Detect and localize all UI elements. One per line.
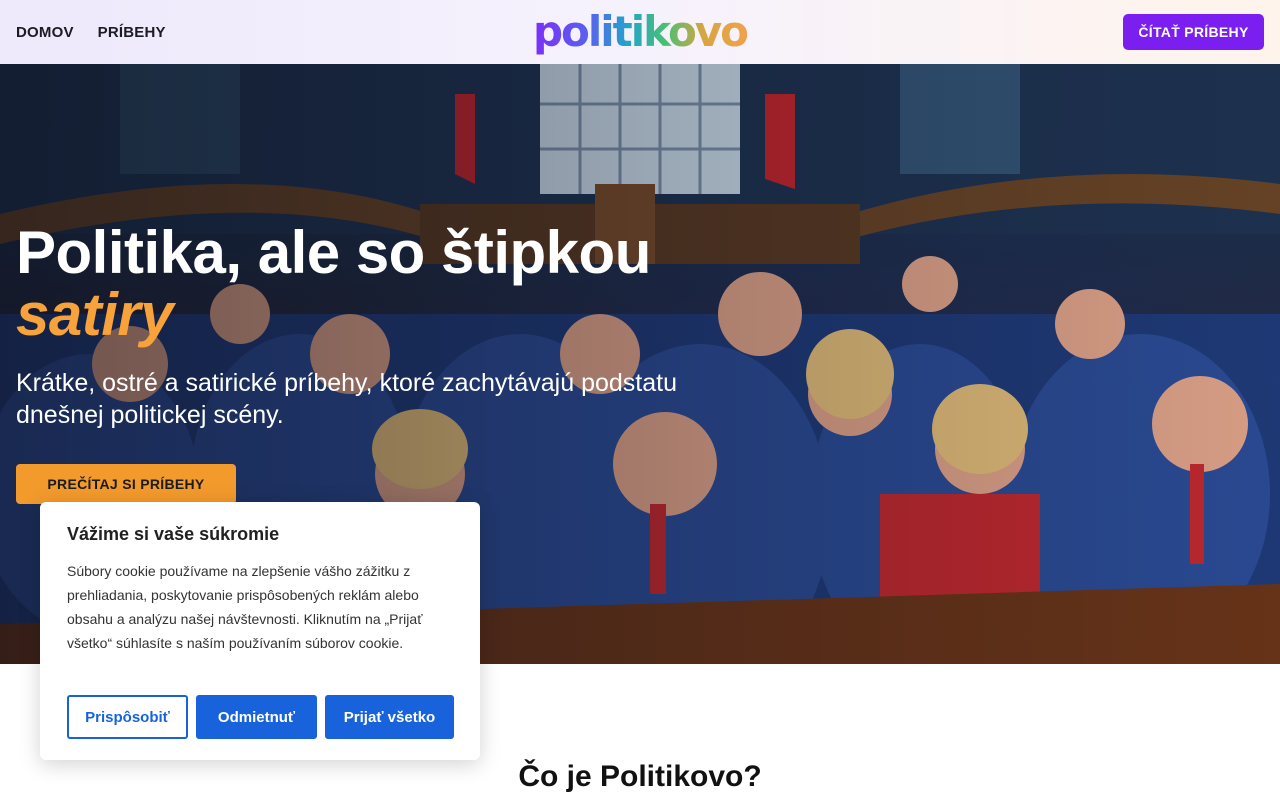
main-nav: DOMOV PRÍBEHY <box>16 24 166 41</box>
cookie-description: Súbory cookie používame na zlepšenie váš… <box>67 563 423 651</box>
cookie-accept-all-button[interactable]: Prijať všetko <box>325 695 454 739</box>
read-stories-header-button[interactable]: ČÍTAŤ PRÍBEHY <box>1123 14 1264 50</box>
cookie-actions: Prispôsobiť Odmietnuť Prijať všetko <box>67 695 454 739</box>
hero-title-accent: satiry <box>16 281 174 348</box>
hero-title: Politika, ale so štipkou satiry <box>16 222 776 346</box>
nav-link-stories[interactable]: PRÍBEHY <box>98 24 166 41</box>
site-logo[interactable]: politikovo <box>533 9 749 55</box>
read-stories-hero-button[interactable]: PREČÍTAJ SI PRÍBEHY <box>16 464 236 504</box>
hero-title-main: Politika, ale so štipkou <box>16 219 651 286</box>
hero-subtitle: Krátke, ostré a satirické príbehy, ktoré… <box>16 369 677 429</box>
section-heading: Čo je Politikovo? <box>518 760 762 793</box>
cookie-customize-button[interactable]: Prispôsobiť <box>67 695 188 739</box>
cookie-title: Vážime si vaše súkromie <box>67 524 280 544</box>
site-header: DOMOV PRÍBEHY politikovo ČÍTAŤ PRÍBEHY <box>0 0 1280 64</box>
cookie-consent-banner: Vážime si vaše súkromie Súbory cookie po… <box>40 502 480 760</box>
nav-link-home[interactable]: DOMOV <box>16 24 74 41</box>
cookie-reject-button[interactable]: Odmietnuť <box>196 695 317 739</box>
